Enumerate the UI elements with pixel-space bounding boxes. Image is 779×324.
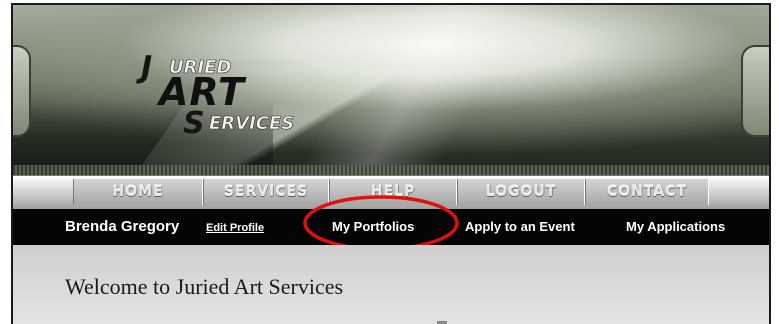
welcome-heading: Welcome to Juried Art Services bbox=[65, 274, 344, 299]
header-banner: J URIED ART S ERVICES bbox=[13, 5, 769, 175]
banner-tick-strip bbox=[13, 165, 769, 175]
main-content: Welcome to Juried Art Services bbox=[13, 245, 769, 324]
highlight-circle-annotation bbox=[303, 195, 459, 251]
banner-left-pod bbox=[13, 45, 31, 137]
site-logo-graphic: J URIED ART S ERVICES bbox=[136, 50, 295, 138]
apply-to-event-link[interactable]: Apply to an Event bbox=[465, 219, 575, 234]
logo-letter-j: J bbox=[136, 50, 152, 85]
logo-line3: ERVICES bbox=[209, 113, 294, 134]
user-name: Brenda Gregory bbox=[65, 218, 180, 235]
highlight-ellipse bbox=[303, 195, 459, 251]
nav-contact[interactable]: CONTACT bbox=[585, 179, 709, 205]
banner-right-pod bbox=[741, 45, 769, 137]
nav-home[interactable]: HOME bbox=[73, 179, 203, 205]
page-frame: J URIED ART S ERVICES HOME SERVICES HELP… bbox=[11, 3, 771, 324]
site-logo[interactable]: J URIED ART S ERVICES bbox=[135, 43, 345, 138]
logo-letter-s: S bbox=[183, 106, 205, 138]
edit-profile-link[interactable]: Edit Profile bbox=[206, 222, 264, 234]
nav-logout[interactable]: LOGOUT bbox=[457, 179, 585, 205]
my-applications-link[interactable]: My Applications bbox=[626, 219, 725, 234]
